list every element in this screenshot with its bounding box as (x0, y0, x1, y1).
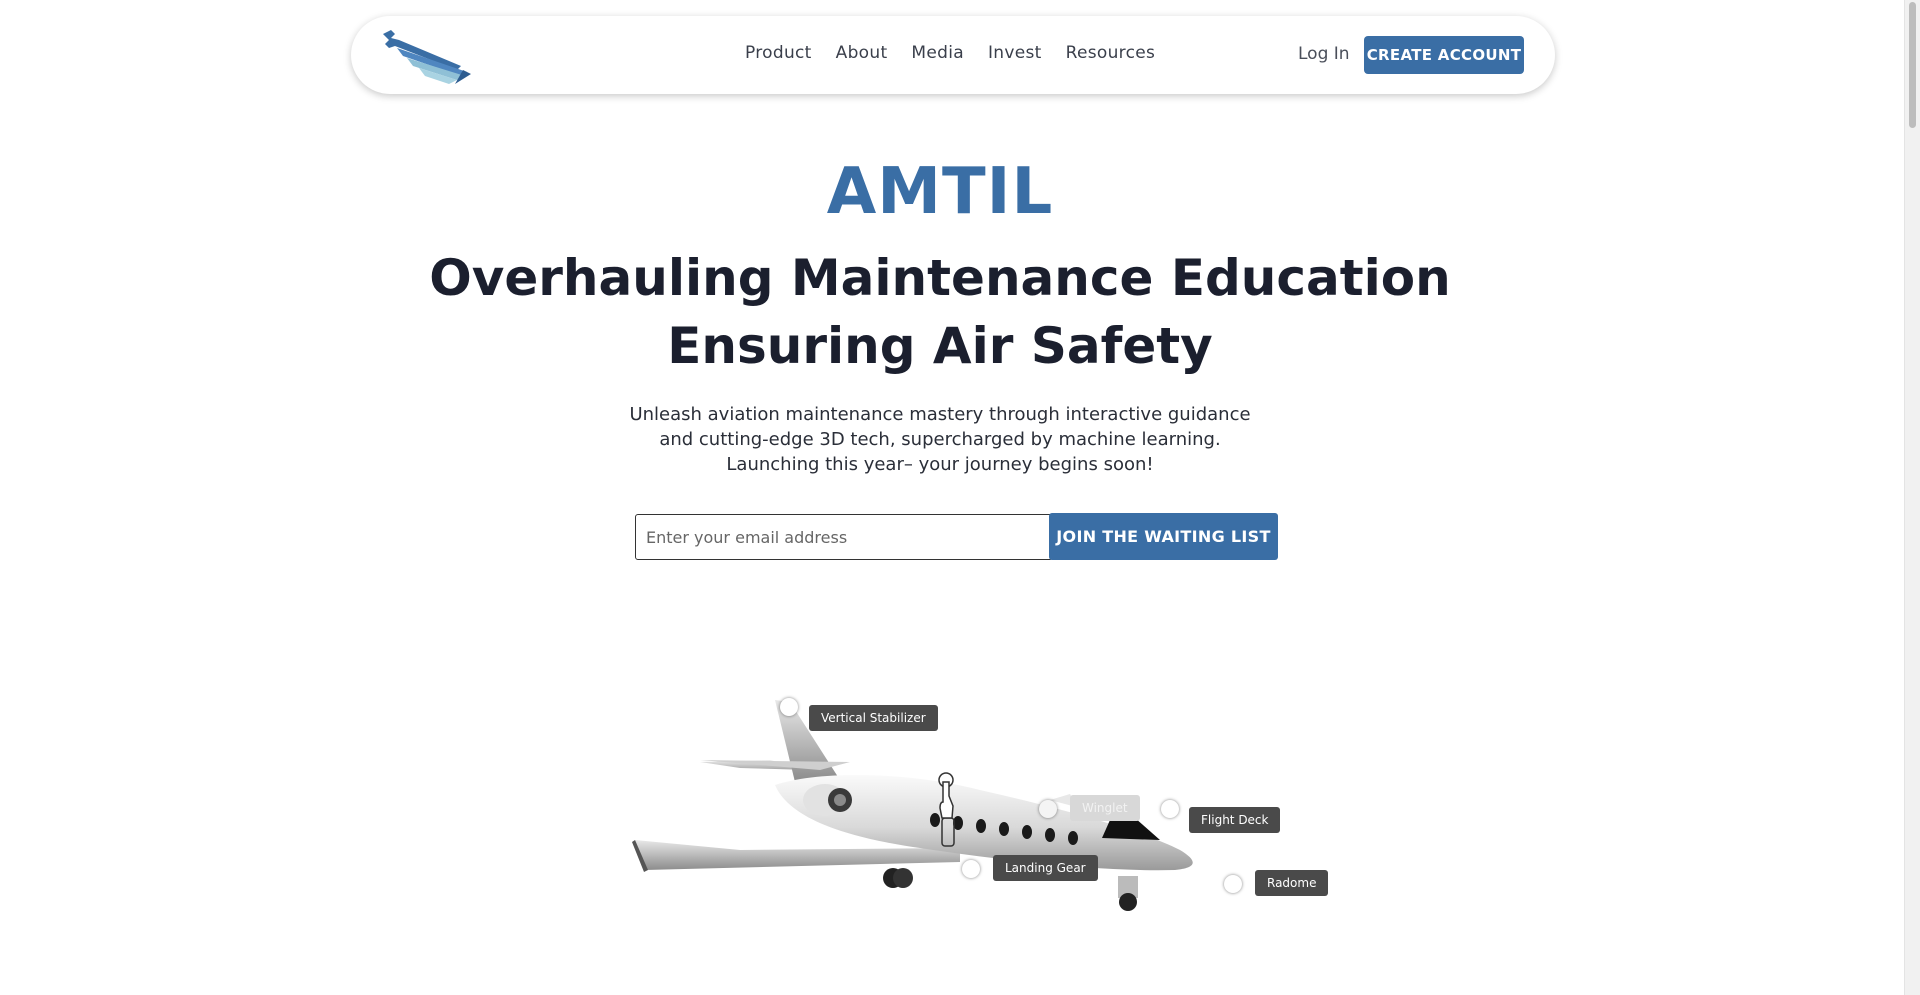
drag-hand-icon (936, 772, 956, 822)
subtext-line-1: Unleash aviation maintenance mastery thr… (629, 404, 1251, 425)
subtext-line-3: Launching this year– your journey begins… (726, 454, 1154, 475)
nav-link-resources[interactable]: Resources (1066, 43, 1156, 63)
hotspot-dot-landing-gear[interactable] (962, 860, 980, 878)
hotspot-dot-vertical-stabilizer[interactable] (780, 698, 798, 716)
aircraft-3d-viewer[interactable]: Vertical Stabilizer Winglet Flight Deck … (620, 690, 1340, 940)
headline-line-2: Ensuring Air Safety (667, 317, 1213, 375)
headline-line-1: Overhauling Maintenance Education (429, 249, 1451, 307)
join-waiting-list-button[interactable]: JOIN THE WAITING LIST (1049, 513, 1278, 560)
top-navbar: Product About Media Invest Resources Log… (351, 16, 1555, 94)
hotspot-label-winglet[interactable]: Winglet (1070, 795, 1140, 821)
logo-icon[interactable] (377, 26, 473, 84)
hotspot-label-vertical-stabilizer[interactable]: Vertical Stabilizer (809, 705, 938, 731)
hotspot-dot-winglet[interactable] (1039, 800, 1057, 818)
create-account-button[interactable]: CREATE ACCOUNT (1364, 36, 1524, 74)
hero-subtext: Unleash aviation maintenance mastery thr… (590, 402, 1290, 477)
brand-title: AMTIL (826, 155, 1054, 229)
hotspot-label-landing-gear[interactable]: Landing Gear (993, 855, 1098, 881)
login-link[interactable]: Log In (1298, 44, 1350, 64)
hero-headline: Overhauling Maintenance Education Ensuri… (0, 244, 1880, 380)
nav-link-about[interactable]: About (836, 43, 888, 63)
hotspot-dot-flight-deck[interactable] (1161, 800, 1179, 818)
hotspot-label-radome[interactable]: Radome (1255, 870, 1329, 896)
scroll-thumb[interactable] (1909, 2, 1916, 128)
nav-links: Product About Media Invest Resources (745, 43, 1179, 63)
nav-link-media[interactable]: Media (911, 43, 964, 63)
hotspot-dot-radome[interactable] (1224, 875, 1242, 893)
subtext-line-2: and cutting-edge 3D tech, supercharged b… (659, 429, 1221, 450)
hotspot-label-flight-deck[interactable]: Flight Deck (1189, 807, 1281, 833)
nav-link-invest[interactable]: Invest (988, 43, 1042, 63)
page-scrollbar[interactable] (1904, 0, 1920, 995)
nav-link-product[interactable]: Product (745, 43, 812, 63)
email-input[interactable] (635, 514, 1053, 560)
